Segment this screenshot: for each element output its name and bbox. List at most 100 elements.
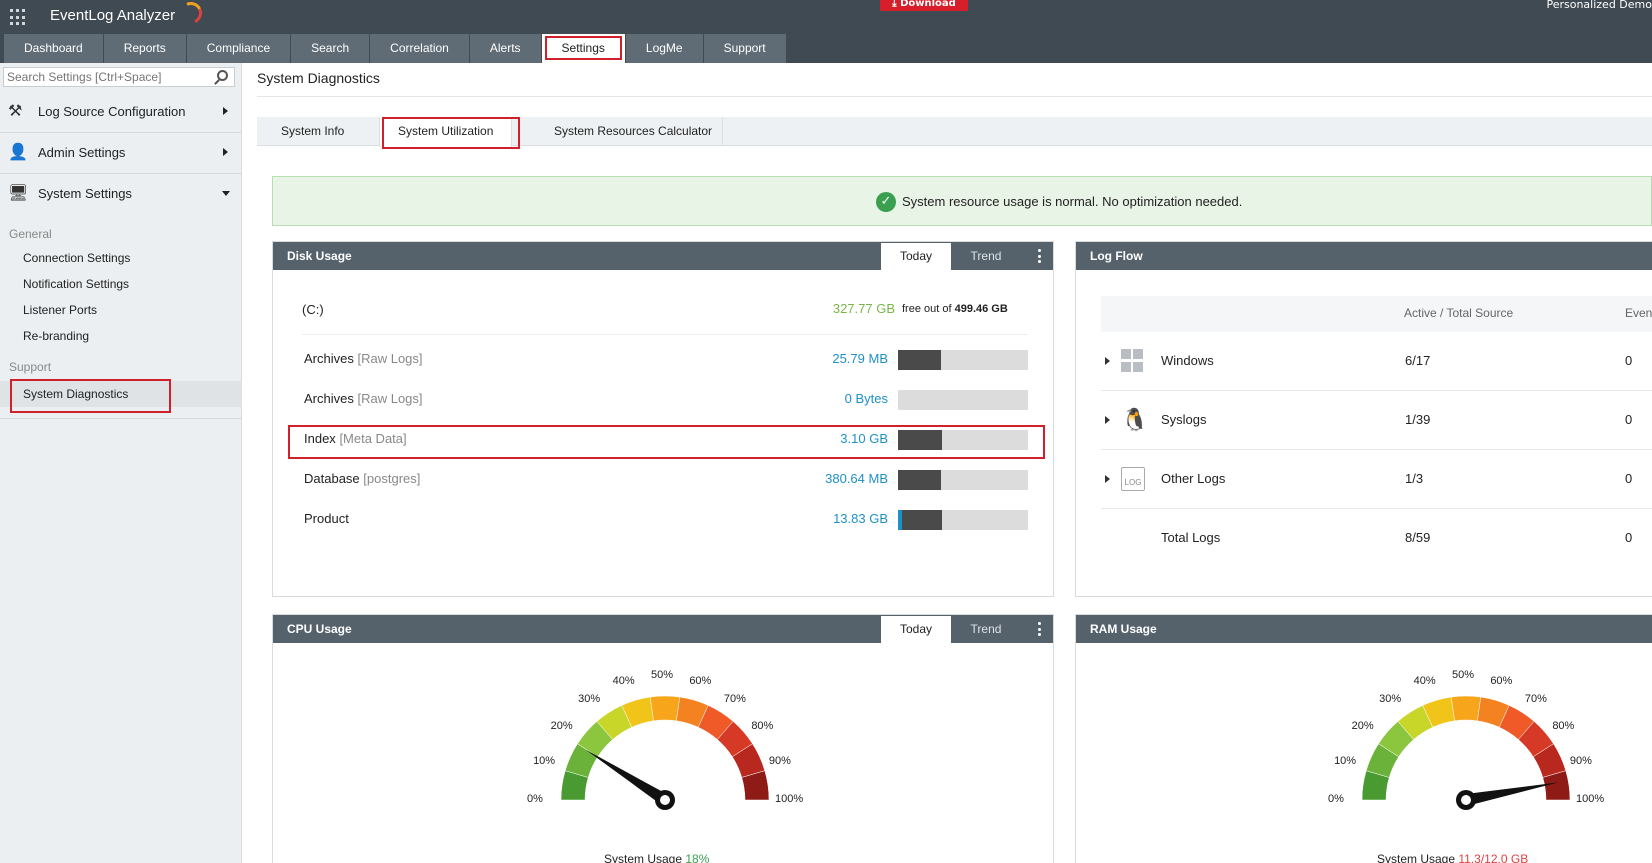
gauge-tick-label: 50% (1452, 669, 1475, 681)
caption-label: System Usage (604, 852, 683, 863)
tab-reports[interactable]: Reports (103, 34, 186, 63)
gauge-hub-center (660, 795, 670, 805)
row-active: 8/59 (1405, 530, 1431, 545)
download-button[interactable]: ⤓ Download (880, 0, 968, 11)
panel-header: RAM Usage (1076, 615, 1652, 643)
tab-dashboard[interactable]: Dashboard (4, 34, 103, 63)
drive-label: (C:) (302, 302, 324, 317)
drive-total: free out of 499.46 GB (902, 303, 1008, 315)
disk-row-name: Archives (304, 391, 354, 406)
expand-arrow-icon[interactable] (1105, 416, 1110, 424)
tab-today[interactable]: Today (881, 616, 951, 643)
search-input[interactable] (4, 68, 209, 86)
table-row[interactable]: LOG Other Logs 1/3 0 (1101, 450, 1652, 509)
disk-row-value: 0 Bytes (844, 391, 888, 406)
tab-support[interactable]: Support (703, 34, 786, 63)
gauge-tick-label: 80% (1552, 720, 1575, 733)
disk-row-tag: [postgres] (363, 471, 421, 486)
expand-arrow-icon[interactable] (1105, 357, 1110, 365)
row-active: 1/39 (1405, 412, 1431, 427)
sidebar-link-notification-settings[interactable]: Notification Settings (23, 277, 129, 291)
sidebar-item-admin-settings[interactable]: 👤 Admin Settings (0, 133, 242, 173)
subtab-system-info[interactable]: System Info (281, 117, 344, 146)
sidebar-item-log-source-configuration[interactable]: ⚒ Log Source Configuration (0, 92, 242, 132)
divider (302, 334, 1028, 335)
gauge-tick-label: 10% (1334, 754, 1357, 767)
app-title: EventLog Analyzer (50, 7, 176, 24)
tab-compliance[interactable]: Compliance (186, 34, 291, 63)
gauge-tick-label: 0% (527, 793, 543, 805)
top-bar: EventLog Analyzer ⤓ Download Personalize… (0, 0, 1652, 63)
section-support-label: Support (9, 360, 52, 374)
panel-title: RAM Usage (1090, 622, 1157, 636)
row-events: 0 (1625, 412, 1633, 427)
panel-title: Disk Usage (287, 249, 352, 263)
gauge-tick-label: 60% (689, 675, 712, 688)
gauge-tick-label: 40% (612, 675, 635, 688)
tab-logme[interactable]: LogMe (625, 34, 703, 63)
panel-title: CPU Usage (287, 622, 352, 636)
disk-row: Archives [Raw Logs] 0 Bytes (302, 388, 1028, 410)
expand-arrow-icon[interactable] (1105, 475, 1110, 483)
tab-settings[interactable]: Settings (541, 34, 625, 63)
gauge-tick-label: 70% (1524, 692, 1547, 705)
sidebar-link-connection-settings[interactable]: Connection Settings (23, 251, 130, 265)
tab-search[interactable]: Search (291, 34, 370, 63)
usage-bar-marker (898, 510, 902, 530)
download-label: Download (900, 0, 956, 9)
disk-row-tag: [Raw Logs] (357, 351, 423, 366)
disk-row: Product 13.83 GB (302, 508, 1028, 530)
more-options-icon[interactable] (1038, 622, 1041, 636)
log-file-icon: LOG (1121, 467, 1145, 491)
table-row[interactable]: Windows 6/17 0 (1101, 332, 1652, 391)
more-options-icon[interactable] (1038, 249, 1041, 263)
brand-row: EventLog Analyzer ⤓ Download Personalize… (0, 0, 1652, 33)
linux-icon: 🐧 (1121, 407, 1149, 432)
usage-bar (898, 350, 1028, 370)
row-name: Windows (1161, 353, 1214, 368)
sidebar: ⚒ Log Source Configuration 👤 Admin Setti… (0, 63, 242, 863)
ram-caption: System Usage 11.3/12.0 GB (1377, 852, 1528, 863)
gauge-needle (1464, 782, 1559, 806)
table-row[interactable]: 🐧 Syslogs 1/39 0 (1101, 391, 1652, 450)
gauge-tick-label: 90% (768, 754, 791, 767)
gauge-tick-label: 20% (550, 720, 573, 733)
tools-icon: ⚒ (8, 103, 23, 120)
app-grid-icon[interactable] (10, 9, 27, 26)
tab-today[interactable]: Today (881, 243, 951, 270)
page-title: System Diagnostics (257, 70, 380, 86)
gauge-tick-label: 30% (578, 692, 601, 705)
sidebar-item-system-settings[interactable]: 🖥 System Settings (0, 174, 242, 214)
sidebar-link-re-branding[interactable]: Re-branding (23, 329, 89, 343)
sidebar-link-listener-ports[interactable]: Listener Ports (23, 303, 97, 317)
personalized-demo-link[interactable]: Personalized Demo (1546, 0, 1652, 11)
tab-correlation[interactable]: Correlation (370, 34, 469, 63)
monitor-gear-icon: 🖥 (8, 185, 29, 202)
column-events: Even (1625, 306, 1652, 320)
subtab-system-resources-calculator[interactable]: System Resources Calculator (544, 117, 724, 146)
section-general-label: General (9, 227, 52, 241)
gauge-tick-label: 20% (1351, 720, 1374, 733)
usage-bar (898, 390, 1028, 410)
table-header (1101, 296, 1652, 332)
usage-bar-fill (898, 510, 943, 530)
sidebar-item-label: Log Source Configuration (38, 104, 186, 119)
status-banner: ✓ System resource usage is normal. No op… (272, 176, 1652, 226)
tab-trend[interactable]: Trend (951, 616, 1021, 643)
tab-label: Support (723, 41, 766, 55)
tab-trend[interactable]: Trend (951, 243, 1021, 270)
disk-row-tag: [Raw Logs] (357, 391, 423, 406)
sidebar-item-label: System Settings (38, 186, 132, 201)
highlight-box (288, 425, 1045, 459)
tab-alerts[interactable]: Alerts (469, 34, 541, 63)
gauge-tick-label: 80% (751, 720, 774, 733)
gauge-tick-label: 10% (533, 754, 556, 767)
windows-icon (1121, 349, 1145, 373)
gauge-tick-label: 100% (775, 793, 804, 805)
tab-label: Correlation (390, 41, 449, 55)
row-name: Syslogs (1161, 412, 1207, 427)
search-icon[interactable] (217, 70, 228, 81)
cpu-caption: System Usage 18% (604, 852, 709, 863)
disk-row-name: Product (304, 511, 349, 526)
panel-header: Disk Usage Today Trend (273, 242, 1053, 270)
